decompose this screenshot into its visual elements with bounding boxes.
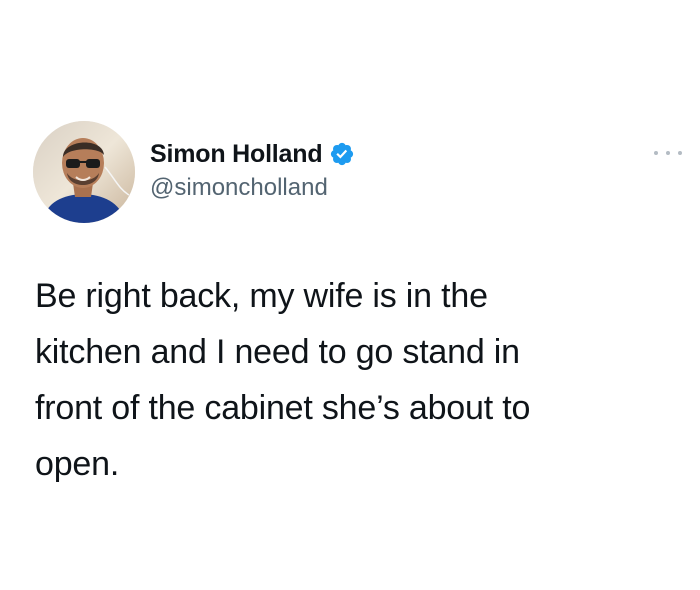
more-horizontal-icon[interactable] [652,143,684,163]
verified-badge-icon [331,142,354,166]
more-dot [678,151,682,155]
handle[interactable]: @simoncholland [150,174,355,202]
tweet-text-line: kitchen and I need to go stand in [35,333,520,371]
tweet-text-line: open. [35,445,120,483]
more-dot [666,151,670,155]
display-name[interactable]: Simon Holland [150,140,323,169]
profile-photo-icon [33,121,135,223]
tweet-text-line: front of the cabinet she’s about to [35,389,531,427]
more-dot [654,151,658,155]
tweet-text-line: Be right back, my wife is in the [35,277,488,315]
tweet-text: Be right back, my wife is in the kitchen… [35,268,665,492]
author-block: Simon Holland @simoncholland [150,138,355,202]
display-name-row: Simon Holland [150,138,355,170]
tweet-card: Simon Holland @simoncholland Be right ba… [0,0,700,590]
avatar[interactable] [33,121,135,223]
